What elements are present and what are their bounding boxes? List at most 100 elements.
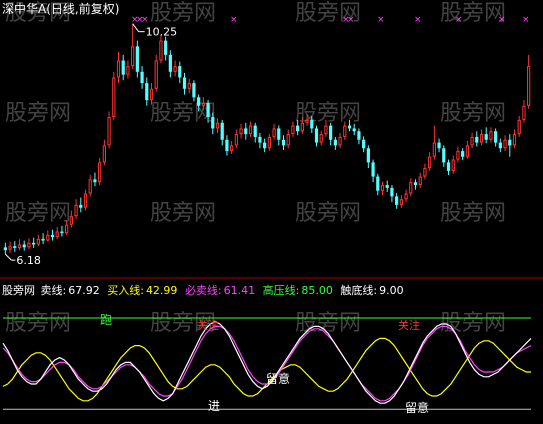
watermark-text: 股旁网 <box>150 1 216 26</box>
candle-body-down <box>121 60 125 75</box>
watermark-text: 股旁网 <box>295 201 361 226</box>
candle-body-down <box>220 122 224 140</box>
candle-body-down <box>13 246 17 248</box>
candle-body-down <box>22 244 26 248</box>
candle-body-up <box>418 176 422 186</box>
signal-marker: × <box>455 15 463 25</box>
candle-body-up <box>527 66 531 106</box>
indicator-name: 股旁网 <box>2 284 35 297</box>
candle-body-up <box>65 224 69 234</box>
candle-body-up <box>27 242 31 248</box>
candle-body-up <box>8 246 12 250</box>
candle-body-up <box>456 151 460 160</box>
candle-body-down <box>145 83 149 101</box>
candle-body-down <box>225 139 229 152</box>
candle-body-up <box>107 117 111 146</box>
signal-marker: × <box>141 15 149 25</box>
candle-body-down <box>258 136 262 143</box>
candle-body-down <box>347 125 352 129</box>
candle-body-up <box>319 134 323 143</box>
candle-body-down <box>263 142 267 149</box>
low-annotation-leader <box>5 253 12 261</box>
signal-run-label: 跑 <box>100 313 112 327</box>
candle-body-down <box>371 162 375 177</box>
candle-body-down <box>357 131 361 140</box>
candle-body-down <box>484 134 488 140</box>
candle-body-up <box>404 193 408 200</box>
signal-marker: × <box>498 15 506 25</box>
buy-line <box>2 337 531 402</box>
watermark-text: 股旁网 <box>295 311 361 336</box>
signal-stay-label: 留意 <box>405 400 429 415</box>
candle-body-up <box>291 125 295 135</box>
candle-body-down <box>366 148 370 163</box>
signal-marker: × <box>347 15 355 25</box>
signal-marker: × <box>377 15 385 25</box>
watermark-text: 股旁网 <box>150 201 216 226</box>
candle-body-up <box>173 66 177 72</box>
candle-body-down <box>508 139 512 146</box>
candle-body-up <box>102 145 106 163</box>
candle-body-up <box>234 134 238 146</box>
candle-body-up <box>46 234 50 241</box>
candle-body-up <box>470 136 474 146</box>
candle-body-down <box>3 247 7 251</box>
watermark-text: 股旁网 <box>5 311 71 336</box>
candle-body-down <box>352 128 356 132</box>
candle-body-down <box>390 187 394 197</box>
candle-body-up <box>522 105 526 120</box>
candle-body-up <box>201 102 205 106</box>
signal-attention-label: 关注 <box>197 318 219 332</box>
candle-body-down <box>164 40 168 55</box>
watermark-text: 股旁网 <box>440 1 506 26</box>
candle-body-up <box>399 199 403 205</box>
must-sell-line <box>2 325 532 402</box>
candle-body-down <box>281 139 286 146</box>
candle-body-up <box>17 244 22 248</box>
candle-body-down <box>277 128 281 140</box>
candle-body-up <box>267 136 271 149</box>
candle-body-down <box>41 238 45 241</box>
candle-body-up <box>112 77 116 118</box>
candle-body-up <box>479 134 484 143</box>
candle-body-up <box>126 66 130 75</box>
candle-body-down <box>413 182 418 186</box>
candle-body-up <box>187 83 191 89</box>
candle-body-down <box>192 83 196 98</box>
watermark-text: 股旁网 <box>440 101 506 126</box>
chart-title: 深中华A(日线,前复权) <box>2 1 119 16</box>
candle-body-down <box>437 142 441 149</box>
signal-marker: × <box>414 15 422 25</box>
candle-body-up <box>69 216 73 225</box>
candle-body-down <box>135 46 139 72</box>
watermark-text: 股旁网 <box>440 311 506 336</box>
candle-body-up <box>423 168 427 177</box>
chart-canvas: 股旁网 股旁网 股旁网 股旁网股旁网 股旁网 股旁网 股旁网股旁网 股旁网 股旁网 股旁网股旁网股… <box>0 1 543 415</box>
watermark-text: 股旁网 <box>295 101 361 126</box>
candle-body-up <box>338 136 342 146</box>
candle-body-up <box>131 46 135 67</box>
signal-marker: × <box>230 15 238 25</box>
signal-attention-label: 关注 <box>398 318 420 332</box>
signal-enter-label: 进 <box>208 399 220 413</box>
candle-body-up <box>230 145 234 152</box>
candle-body-up <box>300 122 304 132</box>
candle-body-down <box>32 242 36 245</box>
candle-body-up <box>451 159 455 171</box>
indicator-item-bottom: 触底线: 9.00 <box>340 284 404 297</box>
watermark-text: 股旁网 <box>5 201 71 226</box>
candle-body-down <box>140 71 144 84</box>
candle-body-up <box>517 119 521 135</box>
candle-body-up <box>465 145 469 157</box>
candle-body-down <box>333 139 337 146</box>
candle-body-down <box>314 128 319 143</box>
watermark-text: 股旁网 <box>150 101 216 126</box>
signal-marker: × <box>522 15 530 25</box>
indicator-item-must-sell: 必卖线: 61.41 <box>184 284 256 297</box>
candle-body-up <box>215 122 220 129</box>
candle-body-up <box>98 162 102 183</box>
low-annotation-label: 6.18 <box>16 254 41 267</box>
candle-body-down <box>362 139 366 149</box>
candle-body-up <box>428 156 432 169</box>
candle-body-up <box>88 179 92 194</box>
